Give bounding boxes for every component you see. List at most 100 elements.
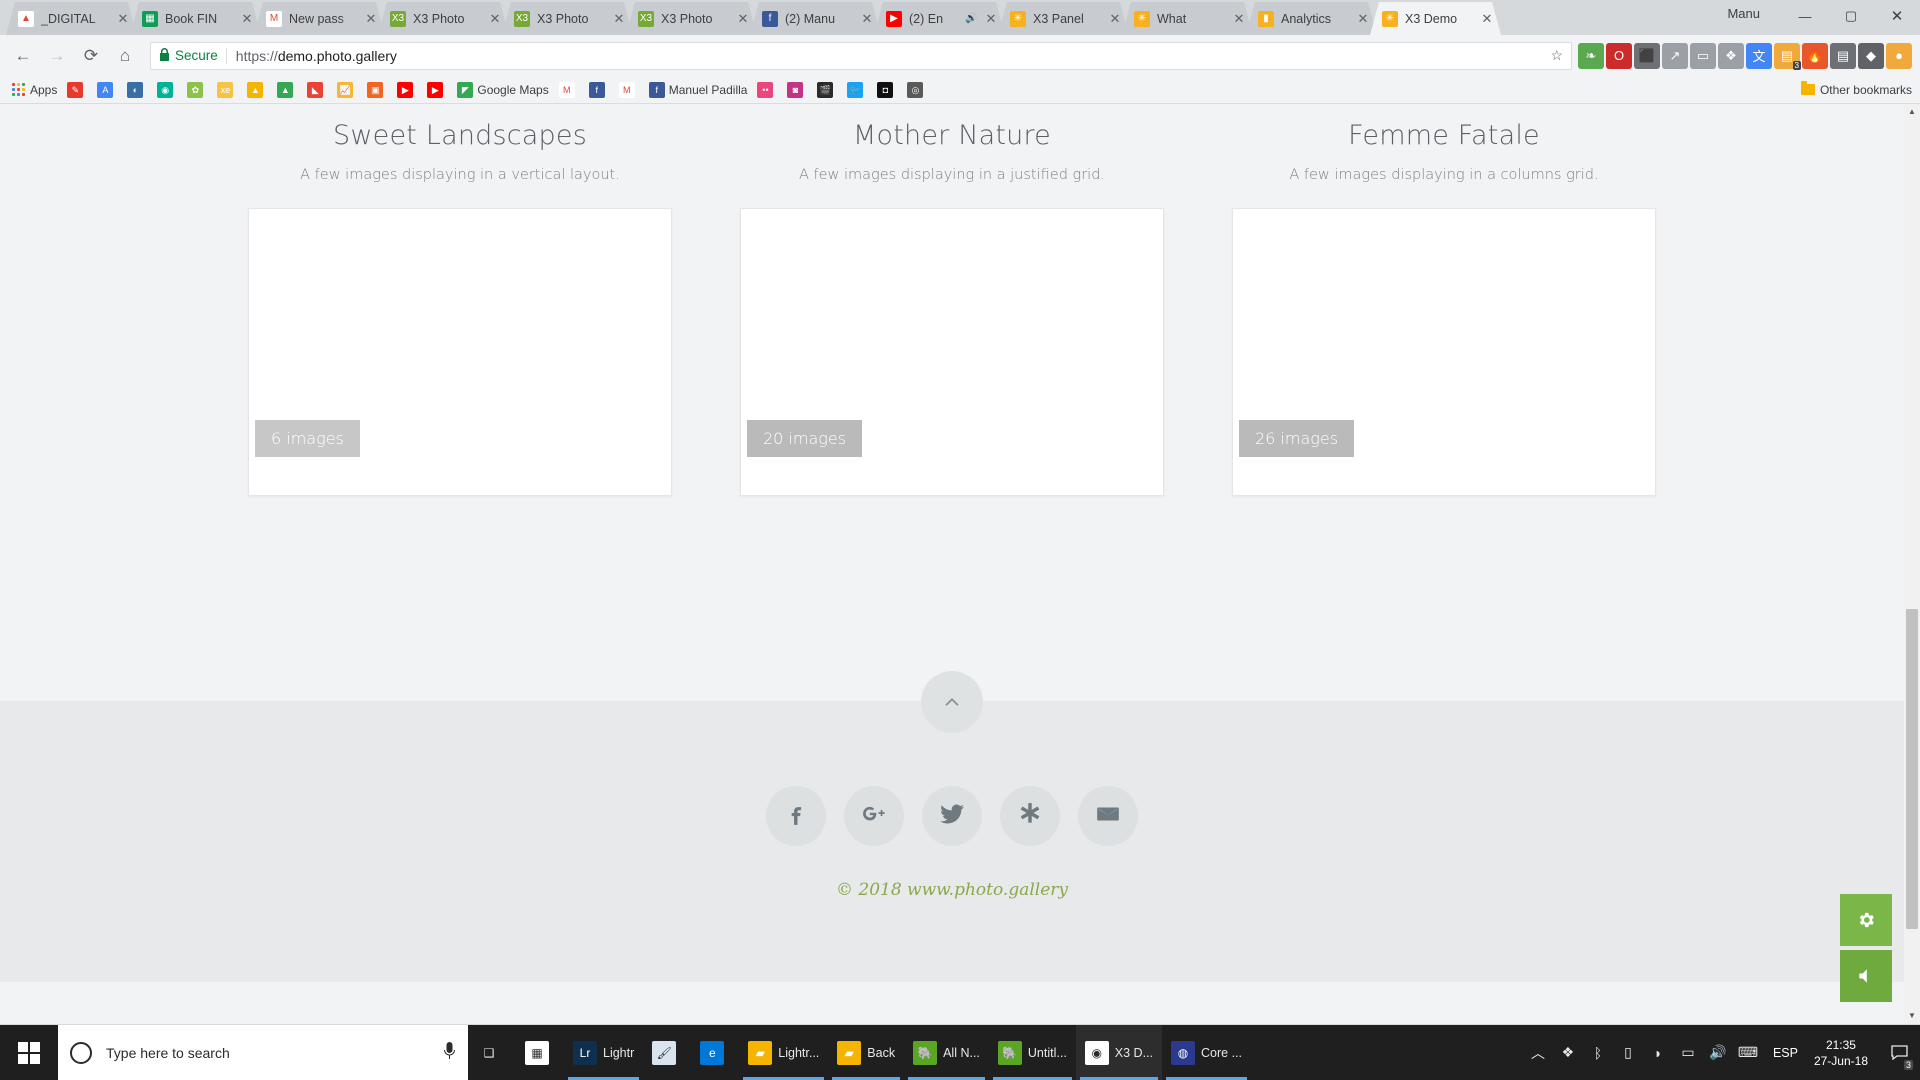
bookmark-item-12[interactable]: ▶ (423, 79, 451, 101)
bookmark-item-6[interactable]: ▲ (243, 79, 271, 101)
bookmark-item-23[interactable]: ◎ (903, 79, 931, 101)
dropbox-tray-icon[interactable]: ❖ (1553, 1025, 1583, 1080)
keyboard-tray-icon[interactable]: ⌨ (1733, 1025, 1763, 1080)
battery-tray-icon[interactable]: ▯ (1613, 1025, 1643, 1080)
tab-close-button[interactable]: ✕ (487, 11, 503, 27)
notification-center-button[interactable]: 3 (1882, 1025, 1916, 1080)
bookmark-item-22[interactable]: ◘ (873, 79, 901, 101)
fire-extension[interactable]: 🔥 (1802, 42, 1828, 69)
bookmark-star-icon[interactable]: ☆ (1550, 47, 1563, 64)
tab-close-button[interactable]: ✕ (239, 11, 255, 27)
chrome-x3-demo[interactable]: ◉ X3 D... (1075, 1025, 1163, 1080)
browser-tab-9[interactable]: ✳ What ✕ (1122, 2, 1253, 35)
bookmark-item-16[interactable]: M (615, 79, 643, 101)
taskbar-search-box[interactable]: Type here to search (58, 1025, 468, 1080)
bookmark-item-15[interactable]: f (585, 79, 613, 101)
tab-close-button[interactable]: ✕ (1355, 11, 1371, 27)
reload-button[interactable]: ⟳ (76, 41, 106, 71)
forward-button[interactable]: → (42, 41, 72, 71)
puzzle-extension[interactable]: ⬛ (1634, 42, 1660, 69)
tab-close-button[interactable]: ✕ (1231, 11, 1247, 27)
settings-button[interactable] (1840, 894, 1892, 946)
profile-name-chip[interactable]: Manu (1727, 6, 1760, 21)
calculator-app[interactable]: ▦ (516, 1025, 564, 1080)
notes-extension[interactable]: ▤ 3 (1774, 42, 1801, 70)
scrollbar-thumb[interactable] (1906, 609, 1918, 929)
gallery-thumbnail[interactable]: 26 images (1239, 215, 1649, 489)
tab-close-button[interactable]: ✕ (1479, 11, 1495, 27)
lightroom-app[interactable]: Lr Lightr (564, 1025, 643, 1080)
browser-tab-10[interactable]: ▮ Analytics ✕ (1246, 2, 1377, 35)
folder-back[interactable]: ▰ Back (828, 1025, 904, 1080)
bookmark-item-2[interactable]: ◐ (123, 79, 151, 101)
drop-extension[interactable]: ◆ (1858, 42, 1884, 69)
maximize-button[interactable]: ▢ (1828, 0, 1874, 32)
browser-tab-2[interactable]: M New pass ✕ (254, 2, 385, 35)
bookmark-item-17[interactable]: f Manuel Padilla (645, 79, 752, 101)
browser-tab-11[interactable]: ✳ X3 Demo ✕ (1370, 2, 1501, 35)
gallery-thumbnail[interactable]: 6 images (255, 215, 665, 489)
browser-tab-0[interactable]: ▲ _DIGITAL ✕ (6, 2, 137, 35)
stack-extension[interactable]: ▤ (1830, 42, 1856, 69)
browser-tab-1[interactable]: ▦ Book FIN ✕ (130, 2, 261, 35)
wifi-tray-icon[interactable]: ◗ (1643, 1025, 1673, 1080)
dropbox-extension[interactable]: ❖ (1718, 42, 1744, 69)
tab-audio-icon[interactable]: 🔊 (965, 13, 979, 24)
gallery-thumbnail[interactable]: 20 images (747, 215, 1157, 489)
volume-tray-icon[interactable]: 🔊 (1703, 1025, 1733, 1080)
taskbar-clock[interactable]: 21:35 27-Jun-18 (1808, 1037, 1880, 1069)
task-view-button[interactable]: ❑ (468, 1025, 516, 1080)
close-window-button[interactable]: ✕ (1874, 0, 1920, 32)
microphone-icon[interactable] (443, 1041, 456, 1064)
language-indicator[interactable]: ESP (1765, 1046, 1806, 1060)
tab-close-button[interactable]: ✕ (115, 11, 131, 27)
scroll-to-top-button[interactable] (921, 671, 983, 733)
tab-close-button[interactable]: ✕ (983, 11, 999, 27)
facebook-link[interactable] (766, 786, 826, 846)
home-button[interactable]: ⌂ (110, 41, 140, 71)
scrollbar-up-arrow[interactable]: ▲ (1904, 104, 1920, 120)
page-scrollbar[interactable]: ▲ ▼ (1904, 104, 1920, 1024)
browser-tab-4[interactable]: X3 X3 Photo ✕ (502, 2, 633, 35)
browser-tab-6[interactable]: f (2) Manu ✕ (750, 2, 881, 35)
folder-lightroom[interactable]: ▰ Lightr... (739, 1025, 828, 1080)
bookmark-item-4[interactable]: ✿ (183, 79, 211, 101)
bookmark-item-1[interactable]: A (93, 79, 121, 101)
tab-close-button[interactable]: ✕ (611, 11, 627, 27)
window-extension[interactable]: ▭ (1690, 42, 1716, 69)
google-plus-link[interactable] (844, 786, 904, 846)
tab-close-button[interactable]: ✕ (363, 11, 379, 27)
translate-extension[interactable]: 文 (1746, 42, 1772, 69)
other-bookmarks-button[interactable]: Other bookmarks (1800, 81, 1912, 97)
back-button[interactable]: ← (8, 41, 38, 71)
browser-tab-8[interactable]: ✳ X3 Panel ✕ (998, 2, 1129, 35)
gallery-card[interactable]: 26 images (1232, 208, 1656, 496)
bookmark-item-3[interactable]: ◉ (153, 79, 181, 101)
twitter-link[interactable] (922, 786, 982, 846)
bookmark-item-13[interactable]: ◤ Google Maps (453, 79, 552, 101)
browser-tab-7[interactable]: ▶ (2) En 🔊 ✕ (874, 2, 1005, 35)
address-bar[interactable]: Secure https://demo.photo.gallery ☆ (150, 41, 1572, 70)
evernote-all-notes[interactable]: 🐘 All N... (904, 1025, 989, 1080)
edge-browser[interactable]: e (691, 1025, 739, 1080)
browser-tab-3[interactable]: X3 X3 Photo ✕ (378, 2, 509, 35)
start-button[interactable] (0, 1025, 58, 1080)
volume-button[interactable] (1840, 950, 1892, 1002)
browser-tab-5[interactable]: X3 X3 Photo ✕ (626, 2, 757, 35)
bookmark-item-20[interactable]: 🎬 (813, 79, 841, 101)
apps-shortcut[interactable]: Apps (8, 79, 61, 101)
minimize-button[interactable]: — (1782, 0, 1828, 32)
bookmark-item-21[interactable]: 🐦 (843, 79, 871, 101)
bluetooth-tray-icon[interactable]: ᛒ (1583, 1025, 1613, 1080)
bookmark-item-7[interactable]: ▲ (273, 79, 301, 101)
email-link[interactable] (1078, 786, 1138, 846)
asterisk-link[interactable] (1000, 786, 1060, 846)
bookmark-item-19[interactable]: ◙ (783, 79, 811, 101)
tab-close-button[interactable]: ✕ (1107, 11, 1123, 27)
gallery-card[interactable]: 6 images (248, 208, 672, 496)
bookmark-item-5[interactable]: xe (213, 79, 241, 101)
bookmark-item-10[interactable]: ▣ (363, 79, 391, 101)
bookmark-item-9[interactable]: 📈 (333, 79, 361, 101)
tab-close-button[interactable]: ✕ (859, 11, 875, 27)
profile-extension[interactable]: ● (1886, 42, 1912, 69)
